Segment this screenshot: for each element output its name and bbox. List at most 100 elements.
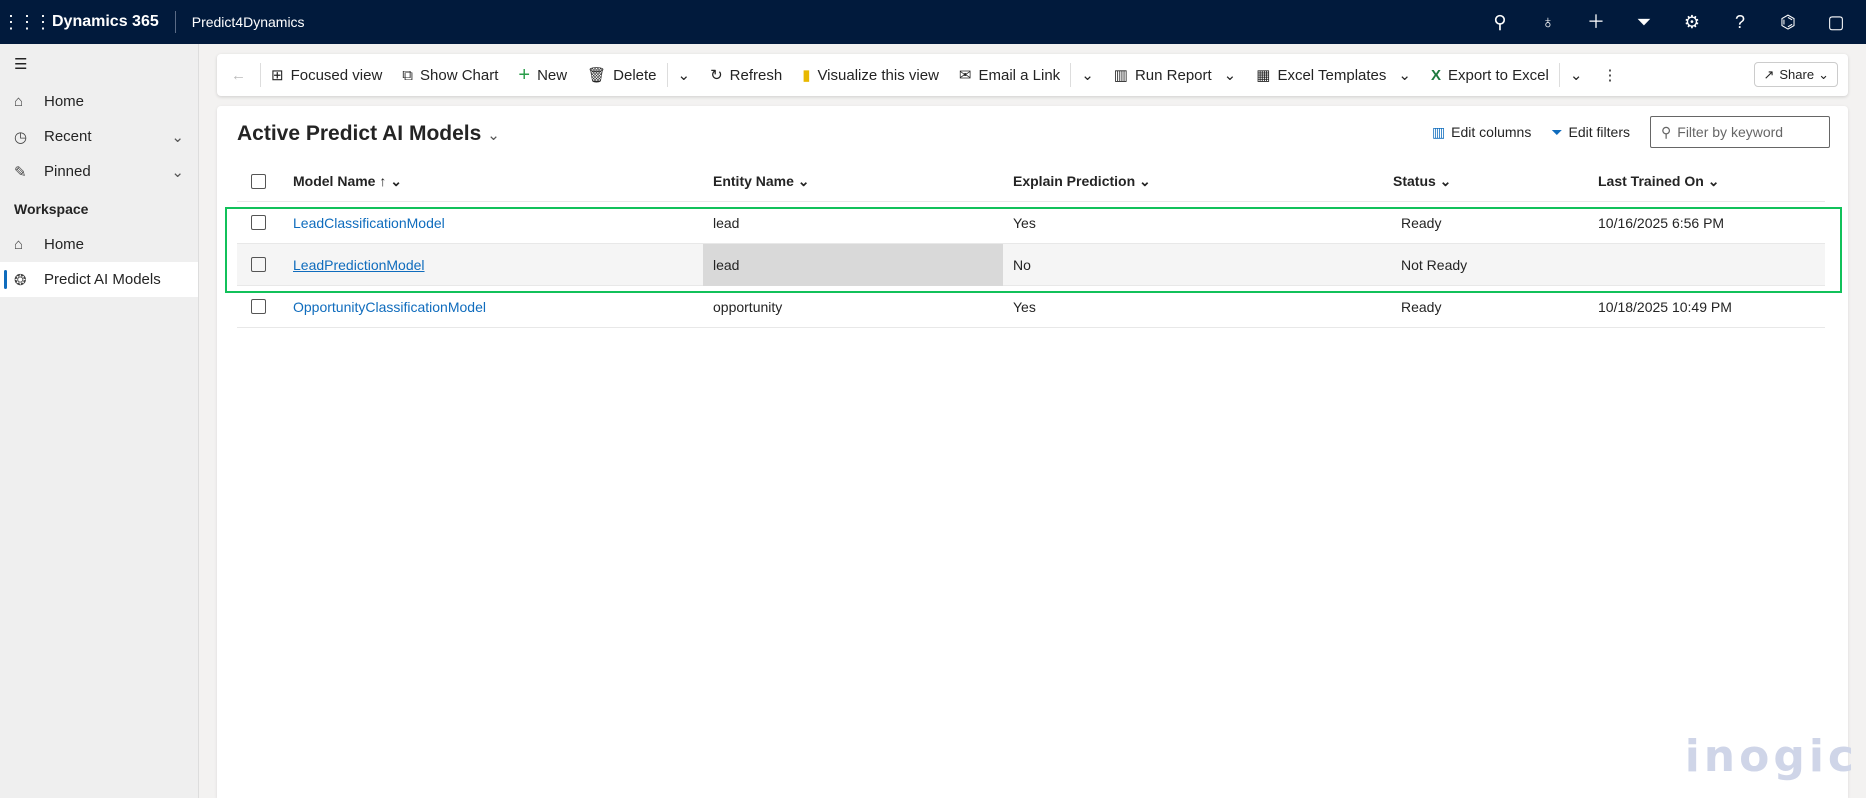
entity-cell: opportunity <box>713 298 783 315</box>
visualize-button[interactable]: ▮ Visualize this view <box>792 54 949 96</box>
filter-input[interactable]: ⚲ Filter by keyword <box>1650 116 1830 148</box>
app-launcher-icon[interactable]: ⋮⋮⋮ <box>0 12 52 33</box>
gear-icon[interactable]: ⚙ <box>1668 0 1716 44</box>
status-cell: Not Ready <box>1401 256 1468 273</box>
sidebar-item-label: Home <box>44 93 85 110</box>
chat-icon[interactable]: ▢ <box>1812 0 1860 44</box>
share-icon: ↗ <box>1763 66 1775 82</box>
sidebar-item-recent[interactable]: ◷ Recent ⌄ <box>0 119 198 154</box>
excel-templates-button[interactable]: ▦ Excel Templates ⌄ <box>1246 54 1421 96</box>
view-card: Active Predict AI Models ⌄ ▥ Edit columns … <box>217 106 1848 798</box>
sidebar-item-workspace-home[interactable]: ⌂ Home <box>0 227 198 262</box>
hamburger-menu-icon[interactable]: ☰ <box>0 44 198 84</box>
command-bar: ← ⊞ Focused view ⧉ Show Chart + New 🗑 Delete… <box>217 54 1848 96</box>
table-row[interactable]: LeadClassificationModel lead Yes Ready 1… <box>237 202 1825 244</box>
top-bar: ⋮⋮⋮ Dynamics 365 Predict4Dynamics ⚲ ♁ ＋ … <box>0 0 1866 44</box>
grid-header: Model Name ↑ ⌄ Entity Name ⌄ Explain Pre… <box>237 162 1825 202</box>
brand-title[interactable]: Dynamics 365 <box>52 11 176 33</box>
search-icon[interactable]: ⚲ <box>1476 0 1524 44</box>
sidebar-item-label: Pinned <box>44 163 91 180</box>
label: Excel Templates <box>1277 66 1387 84</box>
chevron-down-icon: ⌄ <box>1818 66 1829 82</box>
table-row[interactable]: OpportunityClassificationModel opportuni… <box>237 286 1825 328</box>
model-name-link[interactable]: LeadClassificationModel <box>293 215 445 231</box>
lightbulb-icon[interactable]: ♁ <box>1524 0 1572 44</box>
delete-button[interactable]: 🗑 Delete <box>577 54 666 96</box>
new-button[interactable]: + New <box>508 54 577 96</box>
email-link-button[interactable]: ✉ Email a Link <box>949 54 1070 96</box>
home-icon: ⌂ <box>14 236 24 253</box>
chart-icon: ⧉ <box>402 66 414 84</box>
entity-cell: lead <box>713 214 740 231</box>
sidebar: ☰ ⌂ Home ◷ Recent ⌄ ✎ Pinned ⌄ Workspace ⌂ Hom… <box>0 44 199 798</box>
page-title: Active Predict AI Models <box>237 122 482 145</box>
column-header-status[interactable]: Status ⌄ <box>1393 173 1451 190</box>
more-commands-icon[interactable]: ⋮ <box>1592 54 1627 96</box>
more-export-chevron[interactable]: ⌄ <box>1560 54 1593 96</box>
sidebar-item-home[interactable]: ⌂ Home <box>0 84 198 119</box>
excel-icon: X <box>1430 66 1441 84</box>
chevron-down-icon[interactable]: ⌄ <box>171 163 184 181</box>
export-excel-button[interactable]: X Export to Excel <box>1421 54 1559 96</box>
filter-icon[interactable]: ⏷ <box>1620 0 1668 44</box>
label: Refresh <box>729 66 783 84</box>
column-header-explain-prediction[interactable]: Explain Prediction ⌄ <box>1013 173 1151 190</box>
label: Visualize this view <box>817 66 939 84</box>
edit-filters-button[interactable]: ⏷ Edit filters <box>1551 124 1630 141</box>
model-name-link[interactable]: LeadPredictionModel <box>293 257 425 273</box>
run-report-button[interactable]: ▥ Run Report ⌄ <box>1104 54 1246 96</box>
row-checkbox[interactable] <box>251 299 266 314</box>
explain-cell: Yes <box>1013 298 1036 315</box>
sidebar-item-pinned[interactable]: ✎ Pinned ⌄ <box>0 154 198 189</box>
chevron-down-icon: ⌄ <box>487 127 500 144</box>
focused-view-button[interactable]: ⊞ Focused view <box>261 54 392 96</box>
pin-icon: ✎ <box>14 163 27 181</box>
label: Run Report <box>1134 66 1212 84</box>
chevron-down-icon[interactable]: ⌄ <box>171 128 184 146</box>
label: Email a Link <box>978 66 1061 84</box>
placeholder: Filter by keyword <box>1677 124 1784 140</box>
select-all-checkbox[interactable] <box>251 174 266 189</box>
column-header-entity-name[interactable]: Entity Name ⌄ <box>713 173 810 190</box>
label: New <box>537 66 568 84</box>
explain-cell: Yes <box>1013 214 1036 231</box>
search-icon: ⚲ <box>1661 123 1672 140</box>
label: Export to Excel <box>1447 66 1549 84</box>
mail-icon: ✉ <box>958 67 972 84</box>
plus-icon[interactable]: ＋ <box>1572 0 1620 44</box>
explain-cell: No <box>1013 256 1031 273</box>
edit-columns-button[interactable]: ▥ Edit columns <box>1432 124 1531 141</box>
powerbi-icon: ▮ <box>802 67 811 84</box>
workspace-heading: Workspace <box>14 201 89 217</box>
more-delete-chevron[interactable]: ⌄ <box>668 54 701 96</box>
table-row[interactable]: LeadPredictionModel lead No Not Ready <box>237 243 1825 286</box>
sidebar-item-label: Predict AI Models <box>44 271 161 288</box>
plus-icon: + <box>518 63 531 86</box>
last-trained-cell: 10/16/2025 6:56 PM <box>1598 214 1725 231</box>
view-selector[interactable]: Active Predict AI Models ⌄ <box>237 122 500 146</box>
label: Delete <box>613 66 657 84</box>
row-checkbox[interactable] <box>251 257 266 272</box>
filter-icon: ⏷ <box>1551 123 1563 140</box>
sidebar-item-predict-ai-models[interactable]: ❂ Predict AI Models <box>0 262 198 297</box>
more-email-chevron[interactable]: ⌄ <box>1071 54 1104 96</box>
column-header-model-name[interactable]: Model Name ↑ ⌄ <box>293 173 402 190</box>
excel-template-icon: ▦ <box>1256 67 1271 84</box>
report-icon: ▥ <box>1113 67 1128 84</box>
refresh-button[interactable]: ↻ Refresh <box>700 54 792 96</box>
label: Edit filters <box>1568 124 1630 140</box>
share-button[interactable]: ↗ Share ⌄ <box>1754 62 1838 87</box>
inogic-watermark-logo: inogic <box>1684 731 1858 782</box>
last-trained-cell: 10/18/2025 10:49 PM <box>1598 298 1732 315</box>
model-name-link[interactable]: OpportunityClassificationModel <box>293 299 486 315</box>
copilot-icon[interactable]: ⌬ <box>1764 0 1812 44</box>
column-header-last-trained[interactable]: Last Trained On ⌄ <box>1598 173 1719 190</box>
row-checkbox[interactable] <box>251 215 266 230</box>
app-name[interactable]: Predict4Dynamics <box>176 14 305 30</box>
columns-icon: ▥ <box>1431 123 1446 140</box>
show-chart-button[interactable]: ⧉ Show Chart <box>392 54 508 96</box>
help-icon[interactable]: ? <box>1716 0 1764 44</box>
back-button[interactable]: ← <box>217 54 260 96</box>
sidebar-item-label: Recent <box>44 128 92 145</box>
label: Show Chart <box>420 66 499 84</box>
